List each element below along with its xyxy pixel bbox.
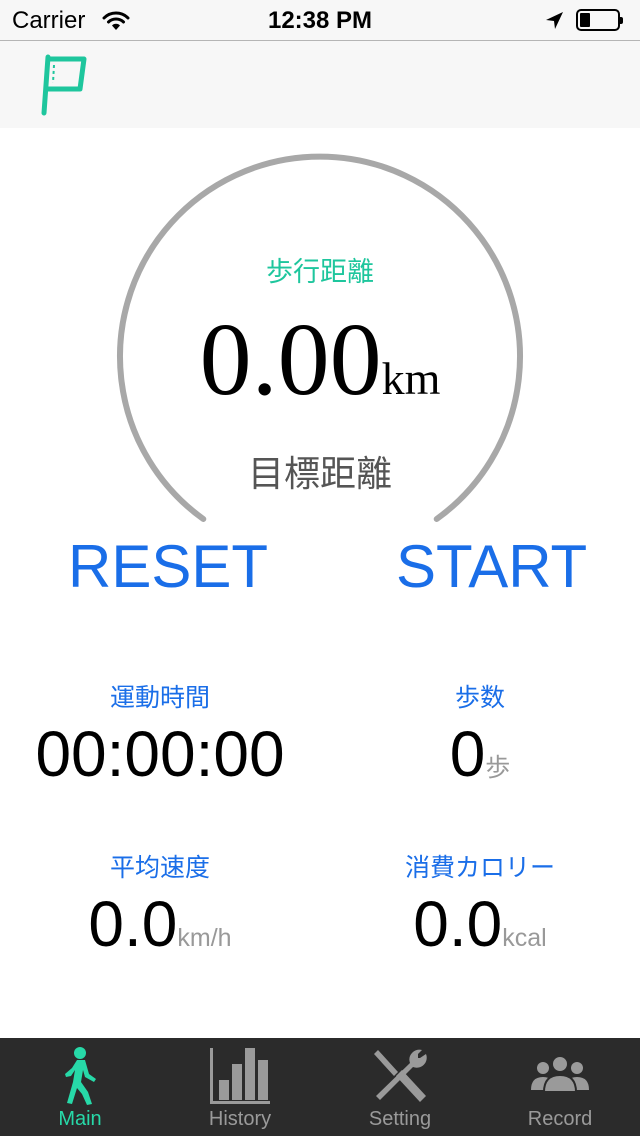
tab-history[interactable]: History <box>160 1038 320 1136</box>
steps-value: 0 <box>449 718 486 790</box>
distance-readout: 0.00km <box>0 300 640 419</box>
distance-value: 0.00 <box>199 302 382 417</box>
distance-label: 歩行距離 <box>266 257 374 287</box>
tab-setting[interactable]: Setting <box>320 1038 480 1136</box>
calories-label: 消費カロリー <box>404 854 555 882</box>
exercise-time-value: 00:00:00 <box>35 718 285 790</box>
tab-main-label: Main <box>58 1108 102 1130</box>
target-distance-button[interactable]: 目標距離 <box>0 445 640 497</box>
group-icon <box>530 1046 590 1106</box>
tab-main[interactable]: Main <box>0 1038 160 1136</box>
tab-record[interactable]: Record <box>480 1038 640 1136</box>
reset-button[interactable]: RESET <box>68 532 268 601</box>
tab-history-label: History <box>208 1108 272 1130</box>
bar-chart-icon <box>210 1046 270 1106</box>
average-speed-unit: km/h <box>177 924 232 952</box>
steps-stat: 歩数 0歩 <box>320 678 640 786</box>
tab-record-label: Record <box>527 1108 593 1130</box>
navigation-bar <box>0 40 640 128</box>
tools-icon <box>370 1046 430 1106</box>
calories-stat: 消費カロリー 0.0kcal <box>320 848 640 956</box>
status-bar: Carrier 12:38 PM <box>0 0 640 40</box>
exercise-time-stat: 運動時間 00:00:00 <box>0 678 320 786</box>
battery-icon <box>576 9 623 31</box>
calories-unit: kcal <box>502 924 547 952</box>
average-speed-value: 0.0 <box>88 888 178 960</box>
average-speed-label: 平均速度 <box>109 854 210 882</box>
steps-unit: 歩 <box>485 754 511 782</box>
steps-label: 歩数 <box>454 684 505 712</box>
flag-icon[interactable] <box>34 51 94 124</box>
walker-icon <box>50 1046 110 1106</box>
distance-unit: km <box>381 353 441 404</box>
tab-setting-label: Setting <box>368 1108 432 1130</box>
location-arrow-icon <box>544 10 564 38</box>
average-speed-stat: 平均速度 0.0km/h <box>0 848 320 956</box>
exercise-time-label: 運動時間 <box>109 684 210 712</box>
calories-value: 0.0 <box>413 888 503 960</box>
tab-bar: Main History Setting Record <box>0 1038 640 1136</box>
start-button[interactable]: START <box>396 532 587 601</box>
